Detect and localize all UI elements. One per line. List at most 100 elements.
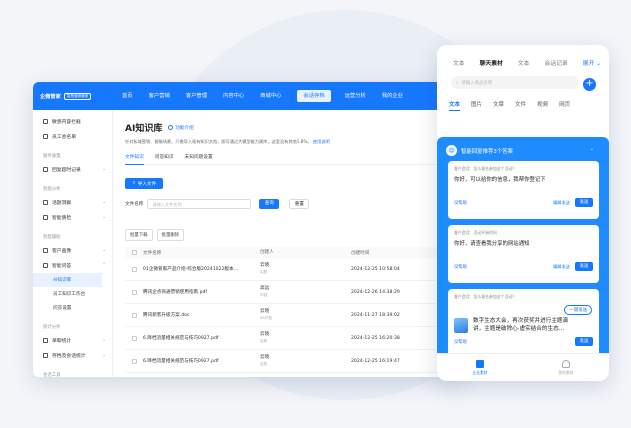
batch-delete-button[interactable]: 批量删除 bbox=[156, 229, 185, 241]
sidebar-item-archive-stats[interactable]: 存档及会话统计 ⌄ bbox=[33, 348, 112, 363]
bottom-tab-company-material[interactable]: 企业素材 bbox=[437, 354, 523, 381]
sidebar-subitem-workbench[interactable]: 员工知识工作台 bbox=[33, 287, 112, 301]
reset-button[interactable]: 重置 bbox=[289, 199, 310, 209]
not-helpful-link[interactable]: 没帮助 bbox=[454, 339, 467, 345]
not-helpful-link[interactable]: 没帮助 bbox=[454, 264, 467, 270]
customer-question: 客户会话：活动开始时间 bbox=[454, 230, 497, 235]
ctab-article[interactable]: 文章 bbox=[493, 100, 504, 111]
reply-card: 客户会话：活动开始时间 你好，请查看我分享的网站通知 没帮助 编辑发送 发送 bbox=[448, 225, 599, 283]
select-all-checkbox[interactable] bbox=[125, 250, 143, 255]
table-row[interactable]: 01企微管家产品介绍-综合版20241022版本… 云晓 实践 2024-12-25 … bbox=[125, 258, 455, 281]
file-name[interactable]: 01企微管家产品介绍-综合版20241022版本… bbox=[143, 266, 260, 272]
sidebar-item-staff-list[interactable]: 员工会名单 bbox=[33, 129, 112, 144]
mobile-tab-text-2[interactable]: 文本 bbox=[518, 58, 530, 67]
sidebar-item-sensitive[interactable]: 敏感内容拦截 bbox=[33, 114, 112, 129]
add-button[interactable]: + bbox=[583, 78, 596, 91]
check-icon bbox=[43, 215, 48, 220]
send-button[interactable]: 发送 bbox=[575, 198, 593, 207]
expand-label: 展开 bbox=[582, 61, 595, 67]
nav-item[interactable]: 商城中心 bbox=[260, 82, 281, 110]
search-placeholder: 请输入商品名称 bbox=[461, 80, 493, 86]
nav-item[interactable]: 我的企业 bbox=[382, 82, 403, 110]
nav-item[interactable]: 首页 bbox=[122, 82, 133, 110]
material-search-input[interactable]: ⌕ 请输入商品名称 bbox=[451, 76, 579, 89]
table-header: 文件名称 创建人 创建时间 bbox=[125, 247, 455, 258]
ctab-video[interactable]: 视频 bbox=[537, 100, 548, 111]
batch-download-button[interactable]: 批量下载 bbox=[125, 229, 153, 241]
table-row[interactable]: 6.降档流量相关规范与技巧0927.pdf 云晓 实践 2024-12-25 16:1… bbox=[125, 350, 455, 373]
feature-intro-link[interactable]: 功能介绍 bbox=[168, 125, 194, 131]
ctab-file[interactable]: 文件 bbox=[515, 100, 526, 111]
tab-file-knowledge[interactable]: 文件知识 bbox=[125, 154, 144, 165]
edit-send-button[interactable]: 编辑发送 bbox=[553, 262, 570, 271]
reply-card: 客户会话：怎么报名参加这个活动？ 你好，可以给你的信息，我帮你登记下 没帮助 编辑… bbox=[448, 161, 599, 219]
tab-unknown-questions[interactable]: 未知问题设置 bbox=[185, 154, 213, 160]
sidebar-item-topic[interactable]: 话题洞察 ⌄ bbox=[33, 195, 112, 210]
file-name[interactable]: 6.降档流量相关规范与技巧0927.pdf bbox=[143, 358, 260, 364]
sidebar-item-profile[interactable]: 客户画像 ⌄ bbox=[33, 243, 112, 258]
chevron-down-icon: ⌄ bbox=[102, 200, 106, 205]
created-time: 2024-12-25 16:20:38 bbox=[351, 335, 400, 341]
bottom-tab-label: 我的素材 bbox=[558, 369, 574, 375]
mobile-tab-text[interactable]: 文本 bbox=[453, 58, 465, 67]
filename-search-input[interactable]: 请输入文件名称 bbox=[147, 199, 252, 209]
import-file-button[interactable]: ⇪ 导入文件 bbox=[125, 178, 163, 189]
chevron-down-icon: ⌄ bbox=[102, 248, 106, 253]
table-row[interactable]: 6.降档流量相关规范与技巧0927.pdf 云晓 实践 2024-12-25 16:2… bbox=[125, 327, 455, 350]
row-checkbox[interactable] bbox=[125, 335, 143, 341]
sidebar-subitem-ai-kb[interactable]: AI知识库 bbox=[33, 273, 102, 287]
chevron-down-icon: ⌄ bbox=[596, 61, 601, 67]
table-row[interactable]: 腾讯企点商通营销使用指南.pdf 高远 华锐 2024-12-26 14:38:29 bbox=[125, 281, 455, 304]
not-helpful-link[interactable]: 没帮助 bbox=[454, 200, 467, 206]
sidebar-item-label: 回复超时记录 bbox=[52, 168, 81, 173]
sidebar-item-label: 敏感内容拦截 bbox=[52, 120, 81, 125]
sidebar-item-qc[interactable]: 智能质检 ⌄ bbox=[33, 210, 112, 225]
nav-item[interactable]: 客户管理 bbox=[186, 82, 207, 110]
send-button[interactable]: 发送 bbox=[575, 337, 593, 346]
smart-reply-header[interactable]: ☺ 智能回复推荐3个答案 ⌄ bbox=[437, 137, 609, 156]
chevron-down-icon[interactable]: ⌄ bbox=[590, 146, 594, 152]
row-checkbox[interactable] bbox=[125, 289, 143, 295]
file-name[interactable]: 腾讯新客升级方案.doc bbox=[143, 312, 260, 318]
column-header-name: 文件名称 bbox=[143, 250, 162, 256]
sidebar-item-label: 单聊统计 bbox=[52, 339, 72, 344]
filter-bar: 文件名称 请输入文件名称 查询 重置 bbox=[125, 199, 464, 209]
file-name[interactable]: 6.降档流量相关规范与技巧0927.pdf bbox=[143, 335, 260, 341]
mobile-tab-chat-material[interactable]: 聊天素材 bbox=[480, 58, 503, 67]
tab-qa-knowledge[interactable]: 问答知识 bbox=[155, 154, 174, 160]
brand: 企微管家 智慧营销管家 bbox=[33, 92, 113, 100]
description-text: 针对私域营销、客服场景，只需导入现有知识文档，即可通过大模型能力建库，这里没有其… bbox=[125, 139, 312, 144]
building-icon bbox=[476, 359, 484, 368]
ctab-text[interactable]: 文本 bbox=[449, 100, 461, 111]
link-preview[interactable]: 数字生态大会，再次获奖并进行主题演 讲，主题是破除心·虚实结合的生态… bbox=[454, 317, 593, 333]
row-checkbox[interactable] bbox=[125, 312, 143, 318]
sidebar-item-qa[interactable]: 智能问答 ⌃ bbox=[33, 258, 112, 273]
upload-icon: ⇪ bbox=[131, 181, 136, 186]
edit-send-button[interactable]: 编辑发送 bbox=[553, 198, 570, 207]
row-checkbox[interactable] bbox=[125, 358, 143, 364]
chat-icon bbox=[43, 263, 48, 268]
bottom-tab-my-material[interactable]: 我的素材 bbox=[523, 354, 609, 381]
file-name[interactable]: 腾讯企点商通营销使用指南.pdf bbox=[143, 289, 260, 295]
nav-item[interactable]: 客户营销 bbox=[149, 82, 170, 110]
send-button[interactable]: 发送 bbox=[575, 262, 593, 271]
one-click-send-button[interactable]: 一键发送 bbox=[564, 305, 592, 315]
nav-item[interactable]: 运营分析 bbox=[345, 82, 366, 110]
mobile-tab-session-record[interactable]: 会话记录 bbox=[544, 58, 567, 67]
expand-button[interactable]: 展开 ⌄ bbox=[583, 58, 601, 67]
sidebar-item-label: 话题洞察 bbox=[52, 201, 72, 206]
sidebar-subitem-qa-settings[interactable]: 问答设置 bbox=[33, 301, 112, 315]
sidebar-item-single-chat[interactable]: 单聊统计 ⌄ bbox=[33, 333, 112, 348]
table-row[interactable]: 腾讯新客升级方案.doc 云晓 KA开拓 2024-11-27 18:39:02 bbox=[125, 304, 455, 327]
ctab-image[interactable]: 图片 bbox=[471, 100, 482, 111]
ctab-webpage[interactable]: 网页 bbox=[559, 100, 570, 111]
nav-item[interactable]: 内容中心 bbox=[223, 82, 244, 110]
sidebar-item-label: 智能问答 bbox=[52, 264, 72, 269]
query-button[interactable]: 查询 bbox=[259, 199, 280, 209]
usage-guide-link[interactable]: 使用说明 bbox=[313, 139, 330, 144]
nav-item[interactable]: 会话存档 bbox=[297, 90, 331, 102]
row-checkbox[interactable] bbox=[125, 266, 143, 272]
user-icon bbox=[43, 248, 48, 253]
feature-intro-label: 功能介绍 bbox=[175, 125, 194, 131]
sidebar-item-timeout[interactable]: 回复超时记录 ⌄ bbox=[33, 162, 112, 177]
